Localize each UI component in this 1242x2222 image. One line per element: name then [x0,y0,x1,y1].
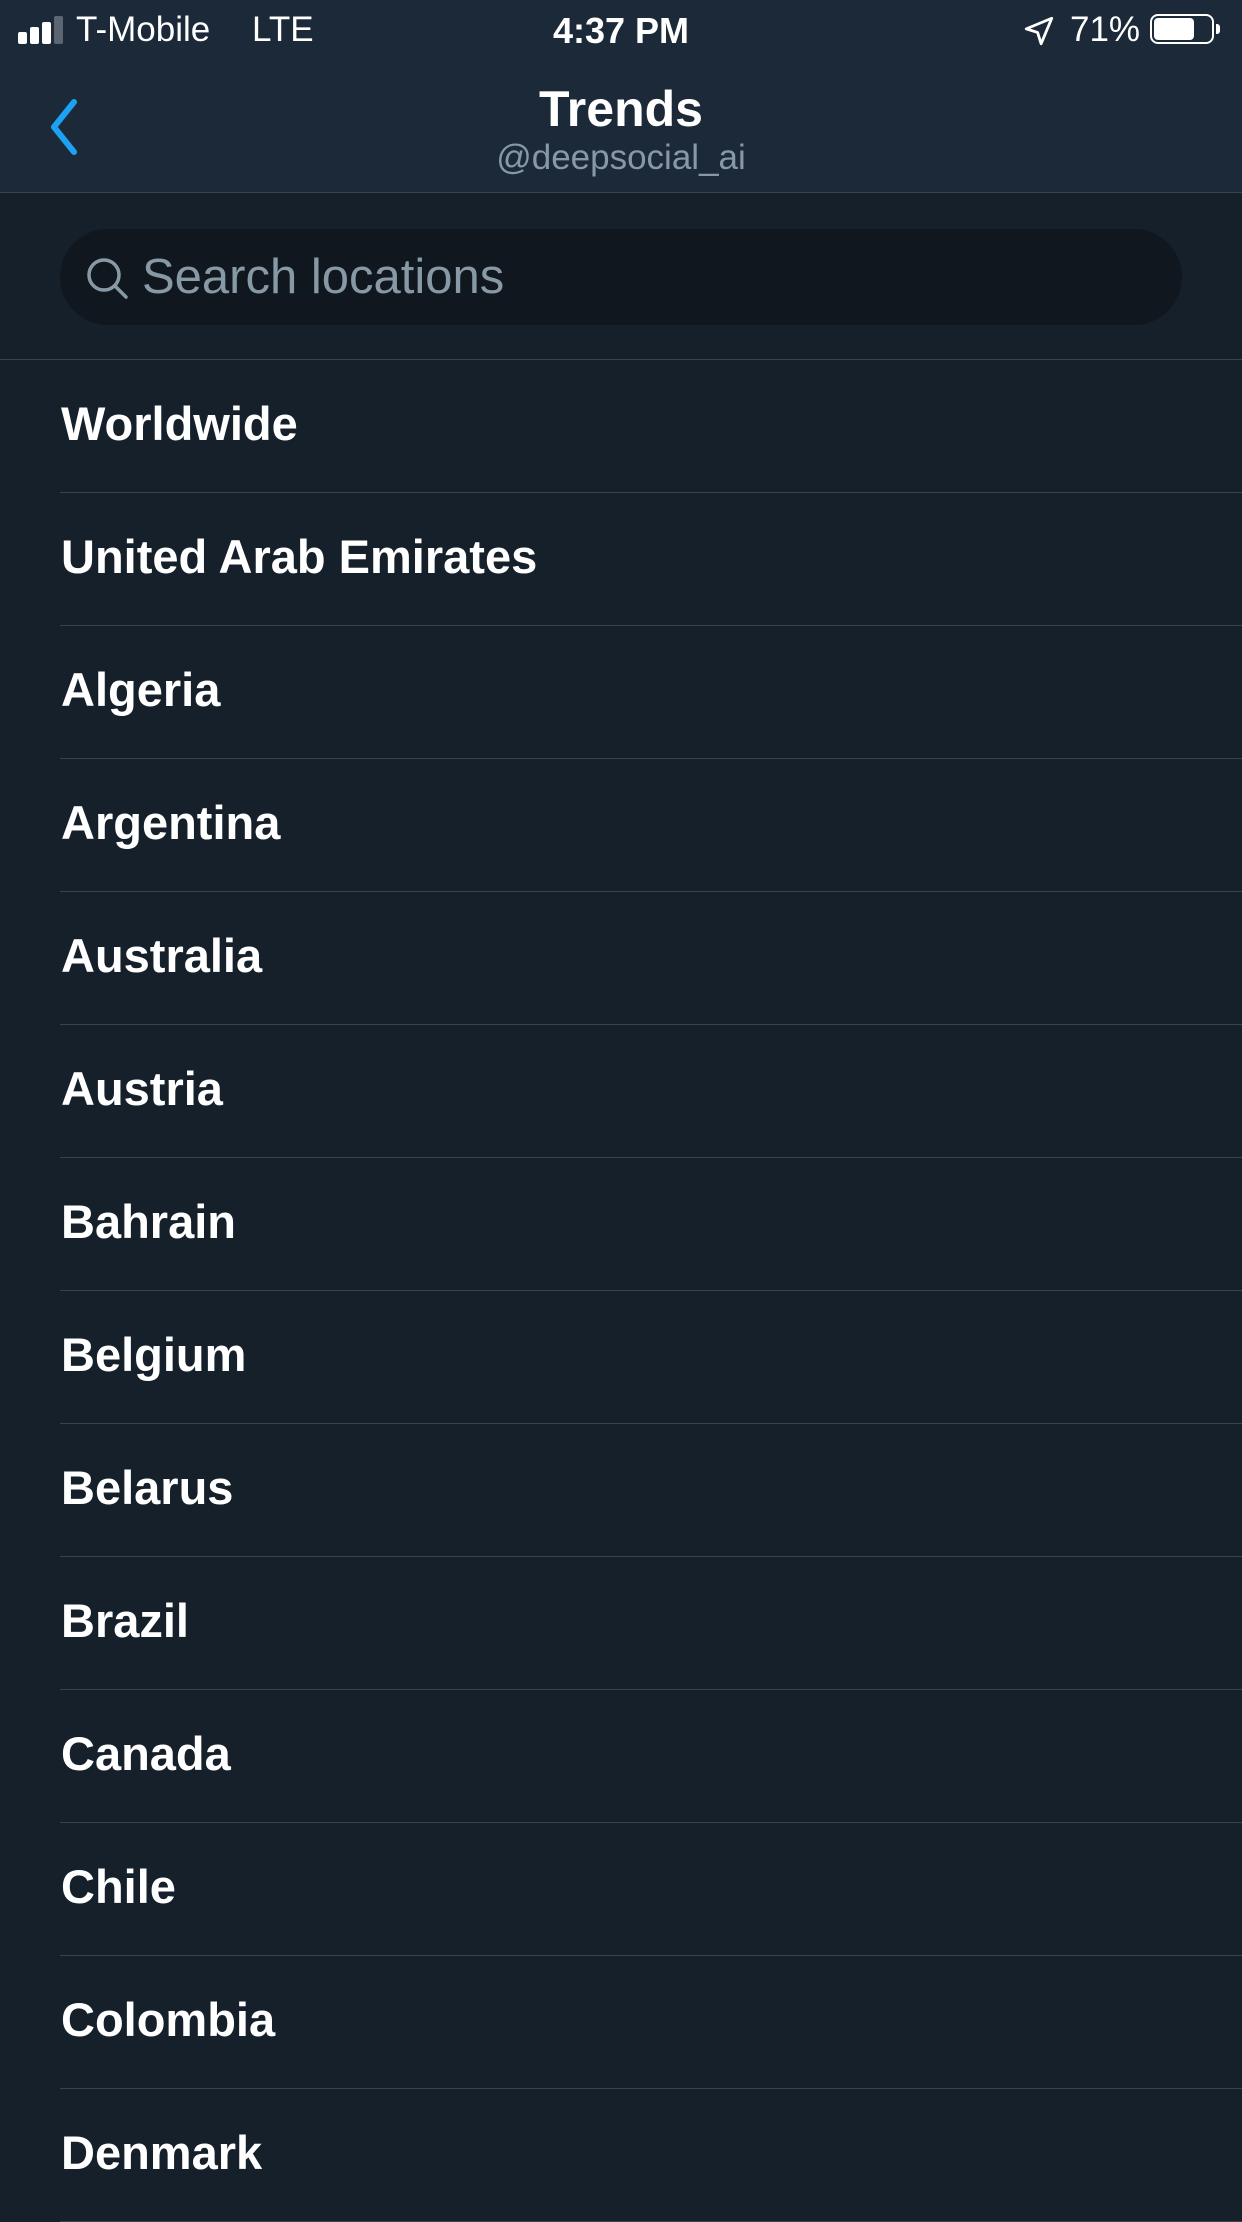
location-item[interactable]: Worldwide [0,360,1242,493]
location-arrow-icon [1024,16,1054,46]
search-section [0,193,1242,360]
navigation-bar: Trends @deepsocial_ai [0,62,1242,192]
location-label: Algeria [61,663,221,716]
location-item[interactable]: Belarus [0,1424,1242,1557]
location-label: Brazil [61,1594,189,1647]
location-label: Denmark [61,2126,263,2179]
location-list: Worldwide United Arab Emirates Algeria Arge… [0,360,1242,2222]
location-label: Australia [61,929,263,982]
location-item[interactable]: Argentina [0,759,1242,892]
location-label: Belgium [61,1328,247,1381]
location-item[interactable]: United Arab Emirates [0,493,1242,626]
location-label: Belarus [61,1461,234,1514]
location-label: Austria [61,1062,223,1115]
location-item[interactable]: Bahrain [0,1158,1242,1291]
account-handle: @deepsocial_ai [496,138,746,177]
location-item[interactable]: Colombia [0,1956,1242,2089]
location-label: Colombia [61,1993,276,2046]
location-item[interactable]: Chile [0,1823,1242,1956]
battery-level-fill [1154,18,1194,40]
location-label: Bahrain [61,1195,236,1248]
location-label: Chile [61,1860,176,1913]
search-icon [87,258,128,299]
search-field[interactable] [60,229,1182,325]
location-item[interactable]: Australia [0,892,1242,1025]
location-label: Argentina [61,796,281,849]
location-item[interactable]: Canada [0,1690,1242,1823]
location-label: United Arab Emirates [61,530,538,583]
location-item[interactable]: Denmark [0,2089,1242,2222]
location-item[interactable]: Belgium [0,1291,1242,1424]
location-item[interactable]: Algeria [0,626,1242,759]
search-input[interactable] [142,229,1152,325]
status-bar: T-Mobile LTE 4:37 PM 71% [0,0,1242,62]
battery-percentage: 71% [1070,10,1141,49]
location-label: Canada [61,1727,231,1780]
page-title: Trends [539,81,703,137]
header: T-Mobile LTE 4:37 PM 71% Trends @deepsoc… [0,0,1242,193]
location-item[interactable]: Brazil [0,1557,1242,1690]
location-item[interactable]: Austria [0,1025,1242,1158]
location-label: Worldwide [61,397,298,450]
battery-icon [1150,14,1222,46]
